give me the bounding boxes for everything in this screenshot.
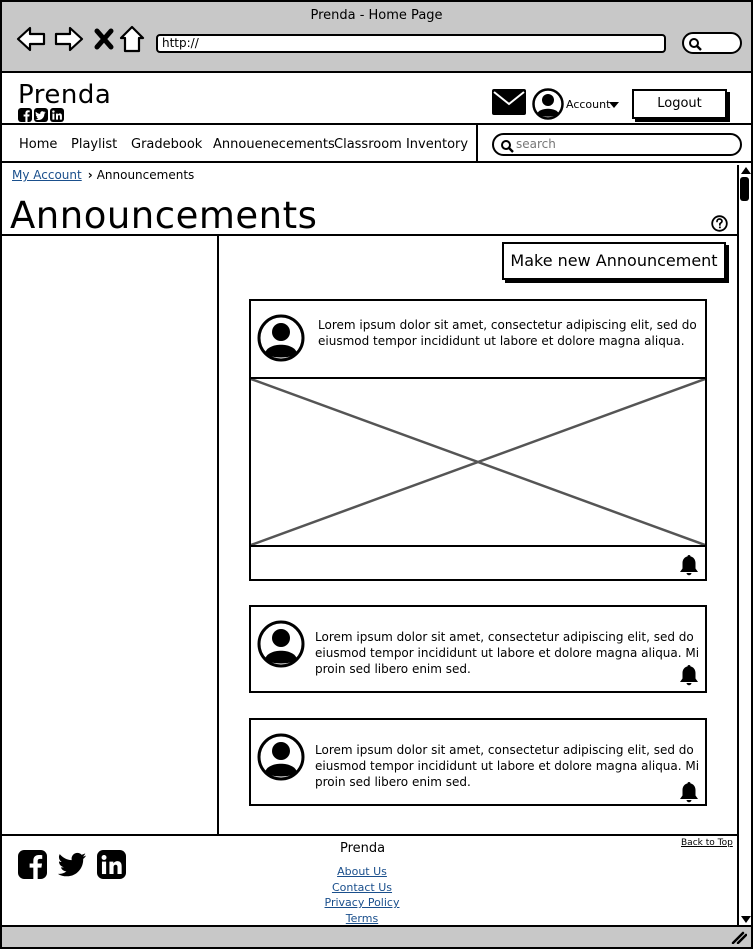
avatar-icon [257,620,305,668]
account-menu-label[interactable]: Account [566,98,610,111]
back-arrow-icon[interactable] [16,24,46,54]
browser-status-bar [2,925,751,947]
facebook-icon[interactable] [18,850,47,879]
chevron-down-icon[interactable] [609,102,619,108]
resize-grip-icon[interactable] [731,930,747,944]
breadcrumb: My Account › Announcements [12,168,194,182]
close-icon[interactable] [90,24,120,54]
nav-item-classroom-inventory[interactable]: Classroom Inventory [334,137,468,152]
breadcrumb-my-account-link[interactable]: My Account [12,168,82,182]
image-placeholder [250,377,706,547]
image-placeholder-icon [250,377,706,547]
announcement-text: Lorem ipsum dolor sit amet, consectetur … [315,743,700,789]
back-to-top-link[interactable]: Back to Top [681,838,733,848]
announcement-card: Lorem ipsum dolor sit amet, consectetur … [249,299,707,581]
make-new-announcement-button[interactable]: Make new Announcement [502,242,726,280]
mail-icon[interactable] [492,89,526,115]
footer-links: About Us Contact Us Privacy Policy Terms [302,864,422,926]
help-icon[interactable] [711,215,728,232]
footer-link-about-us[interactable]: About Us [302,864,422,880]
bell-icon[interactable] [677,663,701,687]
chevron-right-icon: › [87,168,93,182]
nav-item-playlist[interactable]: Playlist [71,137,117,152]
header-social-links [18,108,64,122]
vertical-scrollbar[interactable] [737,165,751,925]
url-input[interactable]: http:// [156,34,666,53]
search-placeholder: search [516,137,556,151]
brand-logo[interactable]: Prenda [18,80,111,110]
twitter-icon[interactable] [34,108,48,122]
avatar-icon [257,733,305,781]
search-icon [501,140,514,153]
footer-link-terms[interactable]: Terms [302,911,422,927]
linkedin-icon[interactable] [97,850,126,879]
bell-icon[interactable] [677,553,701,577]
account-avatar-icon[interactable] [532,88,564,120]
nav-item-gradebook[interactable]: Gradebook [131,137,202,152]
scroll-thumb[interactable] [740,177,749,201]
nav-item-home[interactable]: Home [19,137,57,152]
footer-link-privacy-policy[interactable]: Privacy Policy [302,895,422,911]
announcement-text: Lorem ipsum dolor sit amet, consectetur … [315,630,700,676]
bell-icon[interactable] [677,780,701,804]
window-title: Prenda - Home Page [310,8,443,23]
scroll-up-arrow-icon[interactable] [741,167,751,174]
search-input[interactable]: search [492,133,742,156]
main-nav: Home Playlist Gradebook Annouenecements … [2,125,478,163]
breadcrumb-current: Announcements [96,168,195,182]
nav-item-announcements[interactable]: Annouenecements [213,137,335,152]
left-sidebar [2,236,219,834]
browser-search-input[interactable] [682,32,742,54]
page-title: Announcements [10,194,318,237]
footer-social-links [18,850,126,879]
footer-brand: Prenda [340,841,386,856]
linkedin-icon[interactable] [50,108,64,122]
search-icon [689,38,702,51]
site-footer: Prenda About Us Contact Us Privacy Polic… [2,834,737,925]
forward-arrow-icon[interactable] [54,24,84,54]
browser-window: Prenda - Home Page http:// Prenda Accoun… [0,0,753,949]
footer-link-contact-us[interactable]: Contact Us [302,880,422,896]
browser-chrome: Prenda - Home Page http:// [2,2,751,73]
announcement-card: Lorem ipsum dolor sit amet, consectetur … [249,605,707,693]
announcement-card: Lorem ipsum dolor sit amet, consectetur … [249,718,707,806]
facebook-icon[interactable] [18,108,32,122]
avatar-icon [257,314,305,362]
announcement-text: Lorem ipsum dolor sit amet, consectetur … [318,318,697,348]
scroll-down-arrow-icon[interactable] [741,916,751,923]
logout-button[interactable]: Logout [632,89,727,119]
home-icon[interactable] [118,24,148,54]
twitter-icon[interactable] [57,850,87,879]
nav-search-area: search [478,125,751,163]
site-header: Prenda Account Logout [2,75,751,125]
